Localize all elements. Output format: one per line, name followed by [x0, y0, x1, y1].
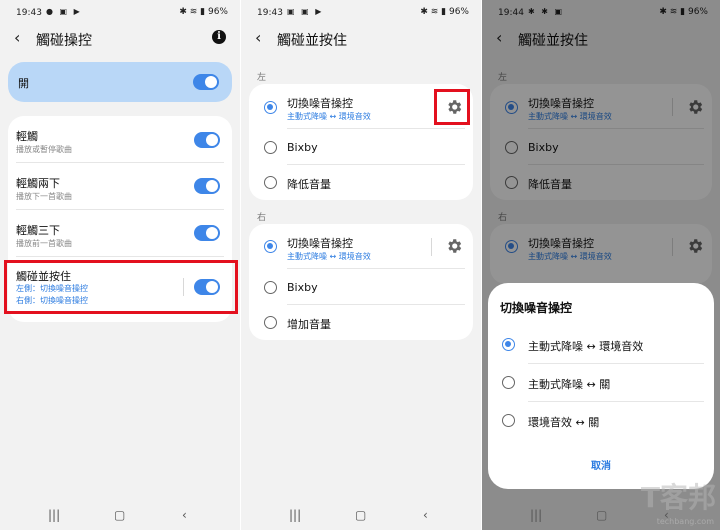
- watermark-logo: T客邦: [640, 481, 716, 514]
- gear-icon[interactable]: [445, 237, 463, 255]
- home-icon[interactable]: ▢: [114, 508, 125, 522]
- highlight-box: [4, 260, 238, 314]
- status-bar: 19:43 ● ▣ ▶ ✱ ≋ ▮ 96%: [0, 0, 240, 24]
- notification-icons: ▣ ▣ ▶: [287, 7, 324, 16]
- dialog-title: 切換噪音操控: [500, 301, 573, 315]
- status-right: ✱ ≋ ▮ 96%: [179, 7, 228, 17]
- item-sub: 播放下一首歌曲: [16, 192, 72, 201]
- tap-toggle[interactable]: [194, 132, 220, 148]
- master-switch-label: 開: [18, 77, 29, 90]
- right-options-card: 切換噪音操控 主動式降噪 ↔ 環境音效 Bixby 增加音量: [249, 224, 473, 340]
- status-right: ✱ ≋ ▮ 96%: [420, 7, 469, 17]
- option-label: 切換噪音操控: [287, 97, 353, 110]
- home-icon[interactable]: ▢: [596, 508, 607, 522]
- option-label: 主動式降噪 ↔ 關: [528, 378, 611, 391]
- option-label: Bixby: [287, 141, 318, 154]
- item-label: 輕觸兩下: [16, 177, 60, 190]
- nav-bar: ||| ▢ ‹: [0, 500, 240, 530]
- battery-level: 96%: [207, 7, 228, 17]
- notification-icons: ● ▣ ▶: [46, 7, 82, 16]
- back-icon[interactable]: ‹: [14, 28, 20, 47]
- item-label: 輕觸三下: [16, 224, 60, 237]
- screen-touch-and-hold: 19:43 ▣ ▣ ▶ ✱ ≋ ▮ 96% ‹ 觸碰並按住 左 切換噪音操控 主…: [241, 0, 481, 530]
- home-icon[interactable]: ▢: [355, 508, 366, 522]
- battery-level: 96%: [448, 7, 469, 17]
- screen-noise-control-dialog: 19:44 ✱ ✱ ▣ ✱ ≋ ▮ 96% ‹ 觸碰並按住 左 切換噪音操控 主…: [482, 0, 720, 530]
- info-icon[interactable]: i: [212, 30, 226, 44]
- option-label: 主動式降噪 ↔ 環境音效: [528, 340, 644, 353]
- option-sub: 主動式降噪 ↔ 環境音效: [287, 112, 371, 121]
- triple-tap-toggle[interactable]: [194, 225, 220, 241]
- radio-selected[interactable]: [502, 338, 515, 351]
- screen-touch-controls: 19:43 ● ▣ ▶ ✱ ≋ ▮ 96% ‹ 觸碰操控 i 開 輕觸 播放或暫…: [0, 0, 240, 530]
- wifi-icon: ✱ ≋ ▮: [179, 7, 206, 17]
- nav-back-icon[interactable]: ‹: [182, 508, 187, 522]
- wifi-icon: ✱ ≋ ▮: [420, 7, 447, 17]
- radio-unselected[interactable]: [264, 176, 277, 189]
- item-label: 輕觸: [16, 130, 38, 143]
- master-switch-bar[interactable]: 開: [8, 62, 232, 102]
- option-label: 環境音效 ↔ 關: [528, 416, 600, 429]
- nav-back-icon[interactable]: ‹: [423, 508, 428, 522]
- section-left: 左: [257, 73, 267, 83]
- section-right: 右: [257, 213, 267, 223]
- radio-unselected[interactable]: [264, 141, 277, 154]
- page-title: 觸碰並按住: [277, 33, 347, 49]
- recent-apps-icon[interactable]: |||: [289, 508, 301, 522]
- radio-unselected[interactable]: [502, 414, 515, 427]
- nav-bar: ||| ▢ ‹: [241, 500, 481, 530]
- option-label: 切換噪音操控: [287, 237, 353, 250]
- radio-selected[interactable]: [264, 101, 277, 114]
- cancel-button[interactable]: 取消: [488, 457, 714, 472]
- noise-control-dialog: 切換噪音操控 主動式降噪 ↔ 環境音效 主動式降噪 ↔ 關 環境音效 ↔ 關 取…: [488, 283, 714, 489]
- option-sub: 主動式降噪 ↔ 環境音效: [287, 252, 371, 261]
- recent-apps-icon[interactable]: |||: [530, 508, 542, 522]
- status-time: 19:43: [16, 8, 42, 18]
- radio-unselected[interactable]: [264, 316, 277, 329]
- page-title: 觸碰操控: [36, 33, 92, 49]
- radio-unselected[interactable]: [264, 281, 277, 294]
- recent-apps-icon[interactable]: |||: [48, 508, 60, 522]
- radio-unselected[interactable]: [502, 376, 515, 389]
- back-icon[interactable]: ‹: [255, 28, 261, 47]
- master-toggle[interactable]: [193, 74, 219, 90]
- option-label: 降低音量: [287, 178, 331, 191]
- status-time: 19:43: [257, 8, 283, 18]
- status-bar: 19:43 ▣ ▣ ▶ ✱ ≋ ▮ 96%: [241, 0, 481, 24]
- watermark-text: techbang.com: [656, 517, 714, 526]
- double-tap-toggle[interactable]: [194, 178, 220, 194]
- item-sub: 播放前一首歌曲: [16, 239, 72, 248]
- option-label: Bixby: [287, 281, 318, 294]
- radio-selected[interactable]: [264, 240, 277, 253]
- option-label: 增加音量: [287, 318, 331, 331]
- item-sub: 播放或暫停歌曲: [16, 145, 72, 154]
- highlight-box: [434, 89, 470, 125]
